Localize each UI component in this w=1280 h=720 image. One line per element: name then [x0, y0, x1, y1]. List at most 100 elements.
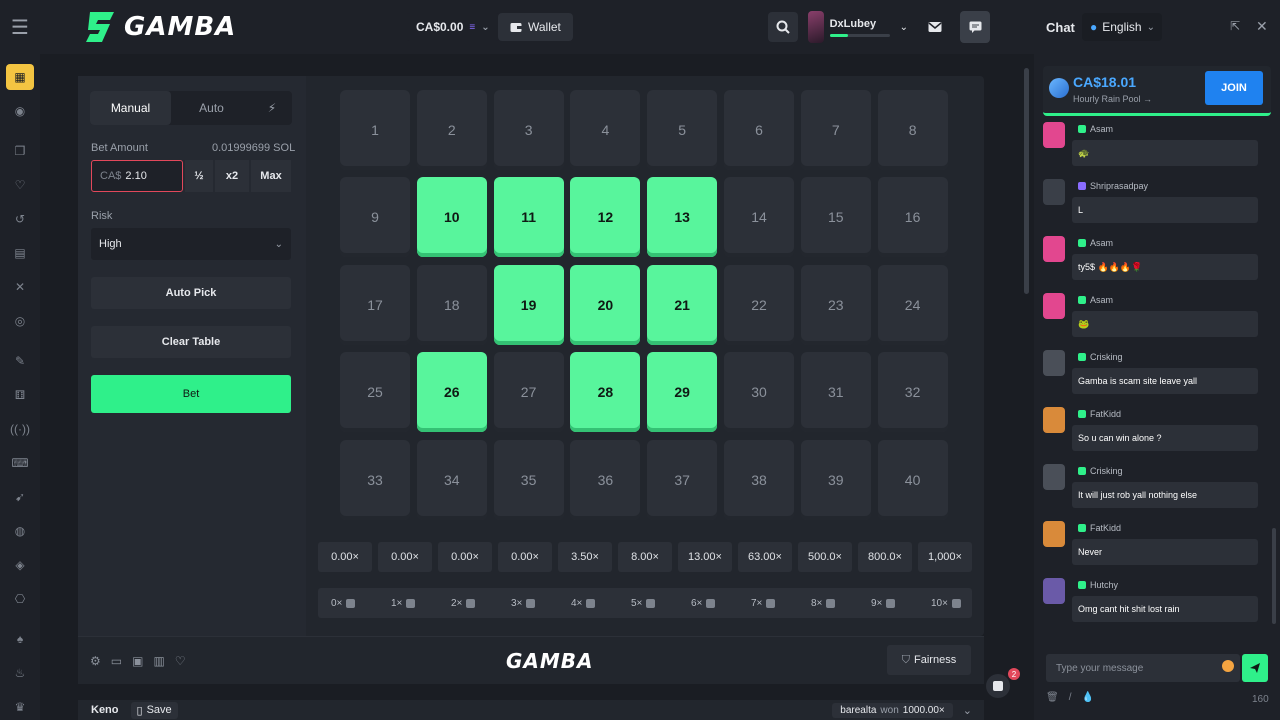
feather-icon[interactable]: ✎ [6, 348, 34, 374]
keno-tile[interactable]: 27 [493, 352, 564, 433]
auto-pick-button[interactable]: Auto Pick [91, 277, 291, 309]
keno-tile[interactable]: 7 [800, 90, 871, 170]
search-button[interactable] [768, 12, 798, 42]
keno-tile[interactable]: 24 [877, 264, 948, 345]
keno-tile[interactable]: 28 [570, 352, 641, 433]
wallet-button[interactable]: Wallet [498, 13, 573, 41]
football-icon[interactable]: ◈ [6, 552, 34, 578]
keno-tile[interactable]: 12 [570, 177, 641, 258]
keno-tile[interactable]: 21 [647, 264, 718, 345]
balance-selector[interactable]: CA$0.00 ≡ ⌄ [406, 13, 500, 41]
avatar[interactable] [1043, 293, 1065, 319]
keno-tile[interactable]: 36 [570, 439, 641, 520]
support-chat-button[interactable] [986, 674, 1010, 698]
chat-username[interactable]: Shriprasadpay [1078, 181, 1148, 191]
popout-icon[interactable]: ⇱ [1230, 19, 1240, 33]
stats-icon[interactable]: ▥ [153, 654, 164, 668]
avatar[interactable] [1043, 407, 1065, 433]
heart-icon[interactable]: ♡ [6, 172, 34, 198]
chat-toggle-button[interactable] [960, 11, 990, 43]
avatar[interactable] [1043, 578, 1065, 604]
max-bet-button[interactable]: Max [251, 160, 291, 192]
close-icon[interactable]: ✕ [1256, 18, 1268, 35]
double-bet-button[interactable]: x2 [215, 160, 249, 192]
swords-icon[interactable]: ✕ [6, 274, 34, 300]
user-menu[interactable]: DxLubey ⌄ [808, 10, 908, 44]
chat-username[interactable]: Asam [1078, 124, 1113, 134]
bet-button[interactable]: Bet [91, 375, 291, 413]
keno-tile[interactable]: 31 [800, 352, 871, 433]
rocket-icon[interactable]: ➹ [6, 484, 34, 510]
theatre-icon[interactable]: ▭ [111, 654, 122, 668]
avatar[interactable] [1043, 464, 1065, 490]
chat-username[interactable]: Hutchy [1078, 580, 1118, 590]
keno-tile[interactable]: 14 [724, 177, 794, 258]
cards-icon[interactable]: ▦ [6, 64, 34, 90]
ball-icon[interactable]: ◍ [6, 518, 34, 544]
drop-icon[interactable]: 💧 [1081, 692, 1093, 703]
target-icon[interactable]: ◎ [6, 308, 34, 334]
keno-tile[interactable]: 4 [570, 90, 641, 170]
chat-username[interactable]: Asam [1078, 238, 1113, 248]
emoji-icon[interactable] [1222, 660, 1234, 672]
save-button[interactable]: ▯ Save [130, 701, 178, 719]
avatar[interactable] [1043, 179, 1065, 205]
fairness-button[interactable]: ⛉ Fairness [887, 645, 971, 675]
bet-amount-input[interactable]: CA$ 2.10 [91, 160, 183, 192]
keno-tile[interactable]: 1 [340, 90, 410, 170]
spade-icon[interactable]: ♠ [6, 626, 34, 652]
main-scrollbar[interactable] [1024, 68, 1029, 294]
keno-tile[interactable]: 19 [493, 264, 564, 345]
logo[interactable]: GAMBA [84, 8, 236, 46]
half-bet-button[interactable]: ½ [185, 160, 213, 192]
keno-tile[interactable]: 32 [877, 352, 948, 433]
settings-icon[interactable]: ⚙ [90, 654, 101, 668]
rain-label[interactable]: Hourly Rain Pool → [1073, 94, 1152, 104]
notifications-button[interactable] [922, 12, 948, 42]
keno-tile[interactable]: 39 [800, 439, 871, 520]
join-rain-button[interactable]: JOIN [1205, 71, 1263, 105]
chart-icon[interactable]: ▤ [6, 240, 34, 266]
keno-tile[interactable]: 37 [647, 439, 718, 520]
keno-tile[interactable]: 26 [416, 352, 487, 433]
keno-tile[interactable]: 9 [340, 177, 410, 258]
favorite-icon[interactable]: ♡ [175, 654, 186, 668]
live-icon[interactable]: ((·)) [6, 416, 34, 442]
keno-tile[interactable]: 3 [493, 90, 564, 170]
chat-username[interactable]: Crisking [1078, 352, 1123, 362]
instant-bet-icon[interactable]: ⚡ [252, 91, 292, 125]
keno-tile[interactable]: 35 [493, 439, 564, 520]
cup-icon[interactable]: ♛ [6, 694, 34, 720]
keno-tile[interactable]: 2 [416, 90, 487, 170]
bookmark-icon[interactable]: ❐ [6, 138, 34, 164]
keno-tile[interactable]: 5 [647, 90, 718, 170]
fire-icon[interactable]: ♨ [6, 660, 34, 686]
keno-tile[interactable]: 22 [724, 264, 794, 345]
tab-manual[interactable]: Manual [90, 91, 171, 125]
chat-input[interactable]: Type your message [1046, 654, 1240, 682]
gamepad-icon[interactable]: ⌨ [6, 450, 34, 476]
keno-tile[interactable]: 13 [647, 177, 718, 258]
avatar-icon[interactable]: ◉ [6, 98, 34, 124]
keno-tile[interactable]: 8 [877, 90, 948, 170]
chat-username[interactable]: Crisking [1078, 466, 1123, 476]
avatar[interactable] [1043, 521, 1065, 547]
avatar[interactable] [1043, 350, 1065, 376]
recent-win[interactable]: barealta won 1000.00× [832, 702, 953, 718]
chat-username[interactable]: Asam [1078, 295, 1113, 305]
avatar[interactable] [1043, 236, 1065, 262]
history-icon[interactable]: ↺ [6, 206, 34, 232]
language-select[interactable]: ● English ⌄ [1082, 13, 1162, 41]
menu-icon[interactable]: ☰ [0, 0, 40, 54]
keno-tile[interactable]: 6 [724, 90, 794, 170]
keno-tile[interactable]: 40 [877, 439, 948, 520]
tab-auto[interactable]: Auto [171, 91, 252, 125]
keno-tile[interactable]: 20 [570, 264, 641, 345]
chat-username[interactable]: FatKidd [1078, 409, 1121, 419]
send-button[interactable] [1242, 654, 1268, 682]
keno-tile[interactable]: 16 [877, 177, 948, 258]
keno-tile[interactable]: 11 [493, 177, 564, 258]
keno-tile[interactable]: 34 [416, 439, 487, 520]
bottle-icon[interactable]: ⎔ [6, 586, 34, 612]
slash-icon[interactable]: / [1069, 692, 1072, 703]
